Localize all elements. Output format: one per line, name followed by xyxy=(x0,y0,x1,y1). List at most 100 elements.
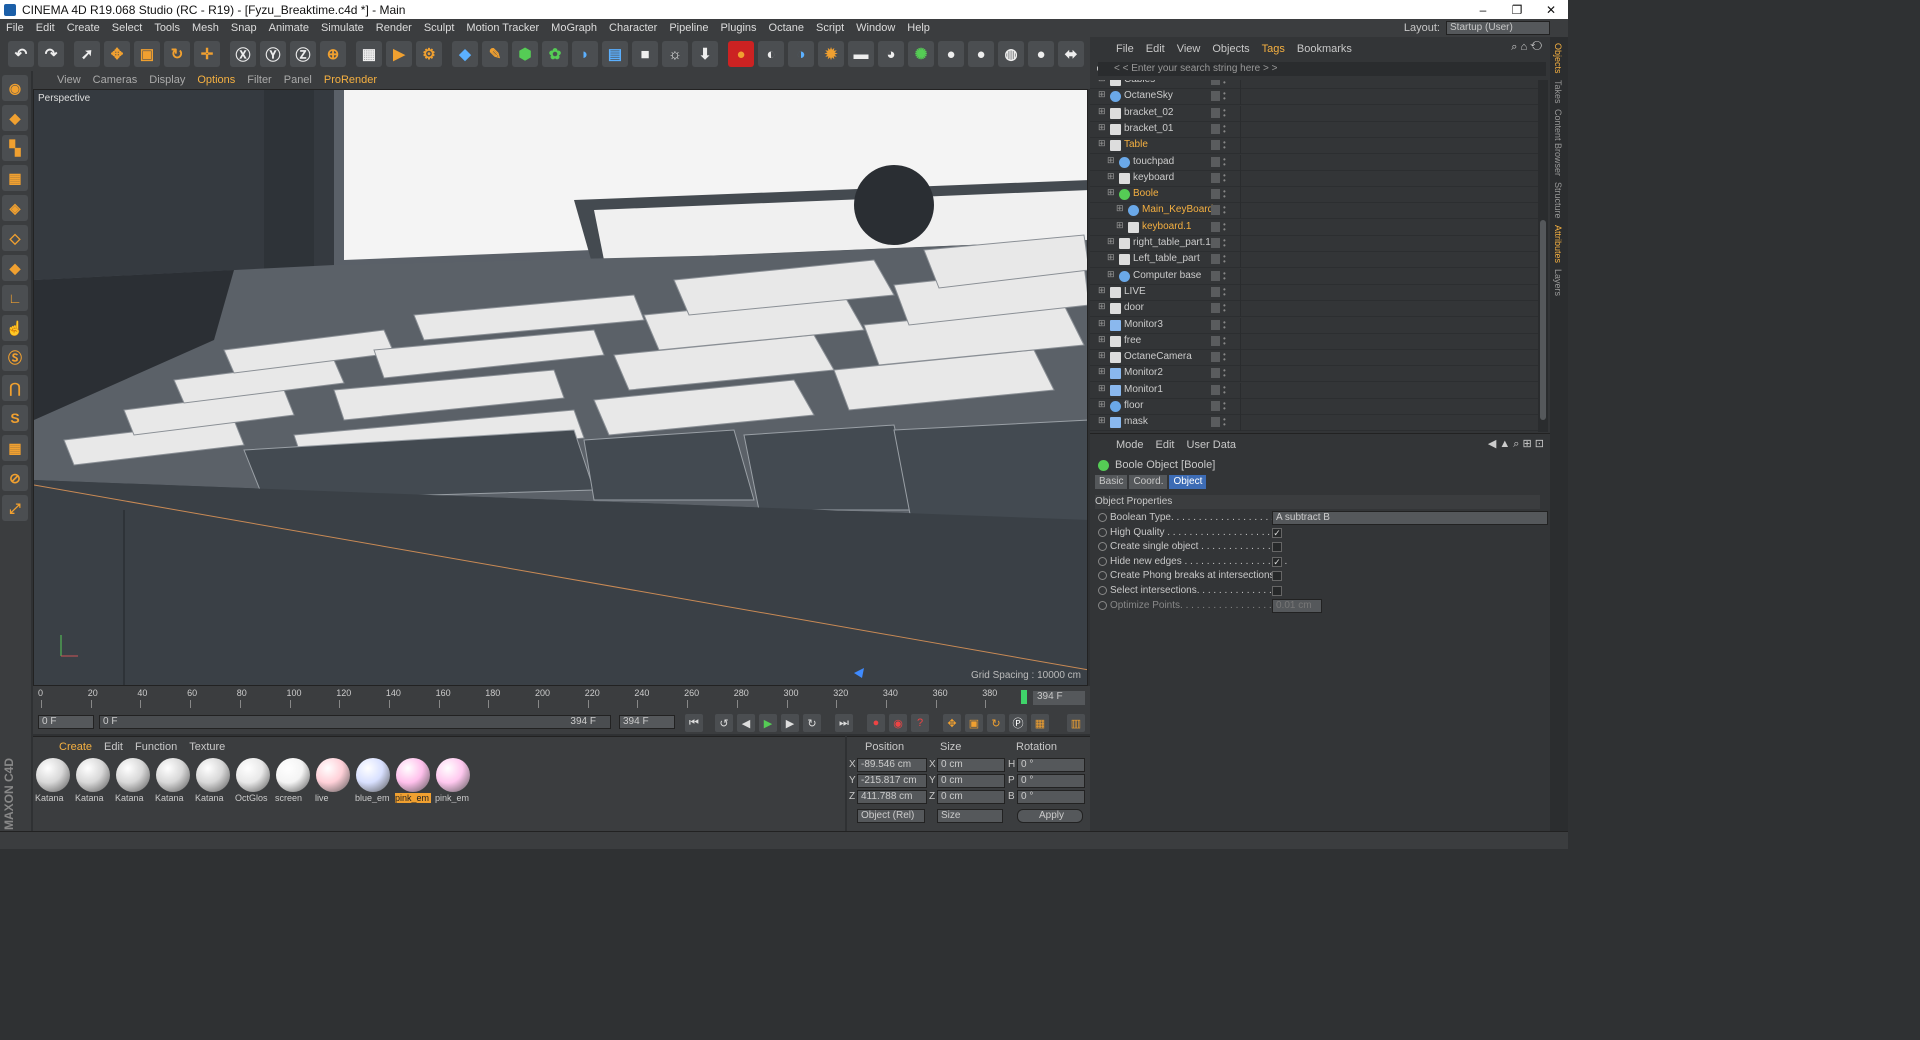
expand-icon[interactable]: ⊞ xyxy=(1098,80,1106,84)
material-swatch[interactable]: pink_em xyxy=(395,757,431,805)
start-frame-field[interactable]: 0 F xyxy=(38,715,94,729)
object-name[interactable]: mask xyxy=(1124,416,1148,427)
animate-radio[interactable] xyxy=(1098,586,1107,595)
layer-toggle[interactable] xyxy=(1211,303,1220,314)
material-swatch[interactable]: Katana xyxy=(115,757,151,805)
attribute-checkbox[interactable] xyxy=(1272,571,1282,582)
expand-icon[interactable]: ⊞ xyxy=(1107,187,1115,198)
menu-window[interactable]: Window xyxy=(850,22,901,34)
object-row[interactable]: ⊞ Cables • • xyxy=(1090,80,1538,89)
key-rotation-icon[interactable]: ↻ xyxy=(987,714,1005,732)
redo-icon[interactable]: ↷ xyxy=(38,41,64,67)
expand-icon[interactable]: ⊞ xyxy=(1116,203,1124,214)
current-frame-marker[interactable] xyxy=(1021,690,1027,704)
deformer-icon[interactable]: ◗ xyxy=(572,41,598,67)
menu-snap[interactable]: Snap xyxy=(225,22,263,34)
object-menu-file[interactable]: File xyxy=(1110,43,1140,55)
layer-toggle[interactable] xyxy=(1211,368,1220,379)
menu-help[interactable]: Help xyxy=(901,22,936,34)
layer-toggle[interactable] xyxy=(1211,221,1220,232)
layer-toggle[interactable] xyxy=(1211,140,1220,151)
rotation-field[interactable]: 0 ° xyxy=(1017,774,1085,788)
object-row[interactable]: ⊞ door • • xyxy=(1090,301,1538,318)
visibility-dots[interactable]: • • xyxy=(1223,220,1229,233)
octane-sky-icon[interactable]: ◑ xyxy=(788,41,814,67)
optimize-points-field[interactable]: 0.01 cm xyxy=(1272,598,1322,613)
subdivision-icon[interactable]: ⬢ xyxy=(512,41,538,67)
attribute-nav-icon[interactable]: ◀ ▲ ⌕ ⊞ ⊡ xyxy=(1488,437,1544,451)
object-row[interactable]: ⊞ keyboard • • xyxy=(1090,170,1538,187)
make-editable-icon[interactable]: ◉ xyxy=(2,75,28,101)
layer-toggle[interactable] xyxy=(1211,172,1220,183)
menu-animate[interactable]: Animate xyxy=(263,22,315,34)
end-frame-field[interactable]: 394 F xyxy=(619,715,675,729)
attribute-checkbox[interactable] xyxy=(1272,586,1282,596)
visibility-dots[interactable]: • • xyxy=(1223,383,1229,396)
keyframe-selection-icon[interactable]: ? xyxy=(911,714,929,732)
tab-coord[interactable]: Coord. xyxy=(1129,475,1168,489)
layer-toggle[interactable] xyxy=(1211,401,1220,411)
material-swatch[interactable]: screen xyxy=(275,757,311,805)
side-tab-content-browser[interactable]: Content Browser xyxy=(1553,109,1563,176)
object-row[interactable]: ⊞ Monitor2 • • xyxy=(1090,366,1538,383)
attribute-menu-user-data[interactable]: User Data xyxy=(1181,439,1243,451)
expand-icon[interactable]: ⊞ xyxy=(1107,155,1115,166)
expand-icon[interactable]: ⊞ xyxy=(1098,366,1106,377)
menu-render[interactable]: Render xyxy=(370,22,418,34)
expand-icon[interactable]: ⊞ xyxy=(1098,318,1106,329)
tab-basic[interactable]: Basic xyxy=(1095,475,1128,489)
visibility-dots[interactable]: • • xyxy=(1223,237,1229,250)
pen-icon[interactable]: ✎ xyxy=(482,41,508,67)
floor-icon[interactable]: ▤ xyxy=(602,41,628,67)
object-row[interactable]: ⊞ keyboard.1 • • xyxy=(1090,219,1538,236)
object-name[interactable]: keyboard.1 xyxy=(1142,221,1191,232)
viewport[interactable]: Perspective Grid Spacing : 10000 cm xyxy=(33,89,1088,686)
object-name[interactable]: Monitor1 xyxy=(1124,384,1163,395)
expand-icon[interactable]: ⊞ xyxy=(1098,301,1106,312)
material-swatch[interactable]: Katana xyxy=(75,757,111,805)
expand-icon[interactable]: ⊞ xyxy=(1107,252,1115,263)
layer-toggle[interactable] xyxy=(1211,107,1220,118)
array-icon[interactable]: ✿ xyxy=(542,41,568,67)
side-tab-attributes[interactable]: Attributes xyxy=(1553,225,1563,263)
viewport-menu-filter[interactable]: Filter xyxy=(241,74,277,86)
next-frame-icon[interactable]: ▶ xyxy=(781,714,799,732)
timeline-ruler[interactable]: 0 20 40 60 80 100 120 140 160 180 200 220 240 260 280 3… xyxy=(38,688,1041,710)
workplane-icon[interactable]: ▦ xyxy=(2,165,28,191)
soft-selection-icon[interactable]: S xyxy=(2,405,28,431)
material-swatch[interactable]: Katana xyxy=(155,757,191,805)
object-name[interactable]: door xyxy=(1124,302,1144,313)
attribute-checkbox[interactable] xyxy=(1272,542,1282,553)
visibility-dots[interactable]: • • xyxy=(1223,122,1229,135)
object-row[interactable]: ⊞ OctaneSky • • xyxy=(1090,89,1538,106)
layer-toggle[interactable] xyxy=(1211,91,1220,102)
timeline-window-icon[interactable]: ▥ xyxy=(1067,714,1085,732)
tweak-icon[interactable]: ☝ xyxy=(2,315,28,341)
material-swatch[interactable]: pink_em xyxy=(435,757,471,805)
object-name[interactable]: OctaneCamera xyxy=(1124,351,1192,362)
position-field[interactable]: -215.817 cm xyxy=(857,774,927,788)
object-row[interactable]: ⊞ Computer base • • xyxy=(1090,268,1538,285)
object-row[interactable]: ⊞ free • • xyxy=(1090,333,1538,350)
layer-toggle[interactable] xyxy=(1211,417,1220,428)
goto-end-icon[interactable]: ⏭ xyxy=(835,714,853,732)
material-swatch[interactable]: live xyxy=(315,757,351,805)
render-picture-icon[interactable]: ▶ xyxy=(386,41,412,67)
object-row[interactable]: ⊞ Main_KeyBoard • • xyxy=(1090,203,1538,220)
object-row[interactable]: ⊞ LIVE • • xyxy=(1090,284,1538,301)
visibility-dots[interactable]: • • xyxy=(1223,334,1229,347)
tab-object[interactable]: Object xyxy=(1169,475,1207,489)
attribute-checkbox[interactable]: ✓ xyxy=(1272,556,1282,567)
visibility-dots[interactable]: • • xyxy=(1223,204,1229,217)
texture-mode-icon[interactable]: ▚ xyxy=(2,135,28,161)
visibility-dots[interactable]: • • xyxy=(1223,80,1229,87)
visibility-dots[interactable]: • • xyxy=(1223,400,1229,413)
expand-icon[interactable]: ⊞ xyxy=(1098,106,1106,117)
object-row[interactable]: ⊞ Monitor3 • • xyxy=(1090,317,1538,334)
key-param-icon[interactable]: Ⓟ xyxy=(1009,714,1027,732)
attribute-menu-edit[interactable]: Edit xyxy=(1150,439,1181,451)
menu-simulate[interactable]: Simulate xyxy=(315,22,370,34)
menu-sculpt[interactable]: Sculpt xyxy=(418,22,461,34)
layer-toggle[interactable] xyxy=(1211,286,1220,297)
attribute-menu-mode[interactable]: Mode xyxy=(1110,439,1150,451)
